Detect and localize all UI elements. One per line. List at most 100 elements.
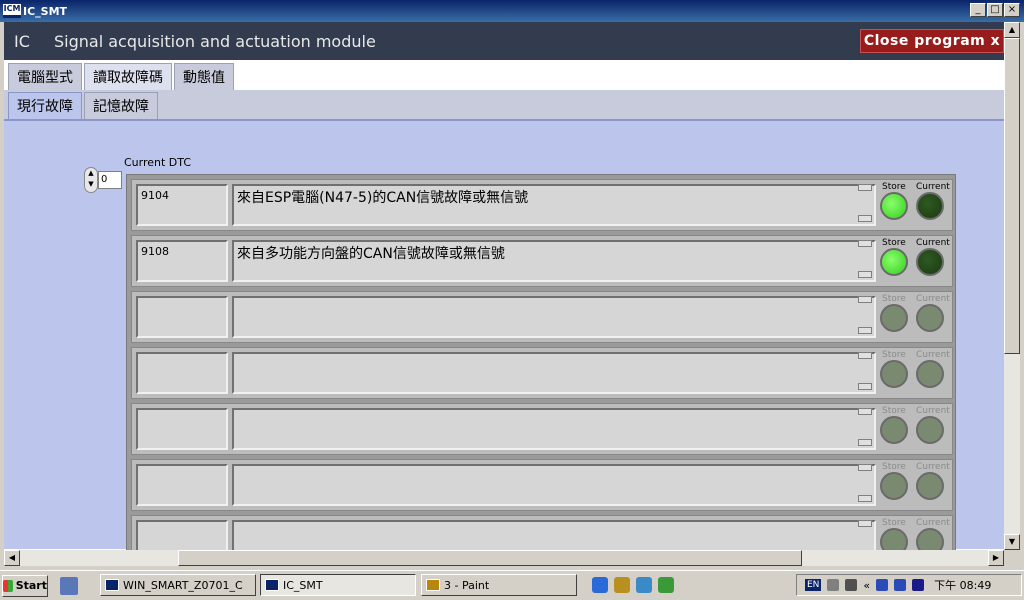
tab-live-values[interactable]: 動態值 (174, 63, 234, 90)
dtc-row: Store Current (131, 403, 953, 455)
tab-read-dtc[interactable]: 讀取故障碼 (84, 63, 172, 90)
paint-quick-icon[interactable] (614, 577, 630, 593)
vertical-scroll-thumb[interactable] (1004, 38, 1020, 354)
explorer-icon[interactable] (636, 577, 652, 593)
task-label: 3 - Paint (444, 578, 490, 592)
current-dtc-label: Current DTC (124, 156, 192, 169)
current-led-icon (916, 472, 944, 500)
current-label: Current (916, 350, 950, 360)
icm-icon (105, 579, 119, 591)
store-label: Store (882, 182, 906, 192)
row-scroll-down[interactable] (858, 439, 872, 446)
dtc-description (232, 352, 876, 394)
row-scroll-down[interactable] (858, 271, 872, 278)
dtc-row: Store Current (131, 291, 953, 343)
current-led-icon (916, 416, 944, 444)
paint-icon (426, 579, 440, 591)
current-led-icon (916, 192, 944, 220)
keyboard-icon[interactable] (845, 579, 858, 591)
dtc-row: Store Current (131, 347, 953, 399)
row-scroll-up[interactable] (858, 240, 872, 247)
dtc-description (232, 464, 876, 506)
title-bar: ICM IC_SMT _ □ × (0, 0, 1024, 22)
store-led-icon (880, 304, 908, 332)
task-win-smart[interactable]: WIN_SMART_Z0701_C (100, 574, 256, 596)
dtc-description (232, 520, 876, 550)
row-scroll-up[interactable] (858, 408, 872, 415)
index-input[interactable]: 0 (98, 171, 122, 189)
close-program-button[interactable]: Close program x (860, 29, 1004, 53)
store-led-icon (880, 416, 908, 444)
current-label: Current (916, 462, 950, 472)
network2-icon[interactable] (894, 579, 907, 591)
minimize-button[interactable]: _ (970, 3, 986, 17)
scroll-right-arrow-icon[interactable]: ▶ (988, 550, 1004, 566)
vertical-scrollbar[interactable]: ▲ ▼ (1004, 22, 1020, 550)
ie-icon[interactable] (592, 577, 608, 593)
dtc-row: 9104 來自ESP電腦(N47-5)的CAN信號故障或無信號 Store Cu… (131, 179, 953, 231)
taskbar: Start WIN_SMART_Z0701_C IC_SMT 3 - Paint… (0, 570, 1024, 600)
dtc-row: Store Current (131, 515, 953, 550)
index-spinner[interactable]: ▲ ▼ (84, 167, 98, 193)
start-button[interactable]: Start (2, 574, 48, 597)
tools-icon[interactable] (658, 577, 674, 593)
horizontal-scroll-thumb[interactable] (178, 550, 802, 566)
tab-stored-faults[interactable]: 記憶故障 (84, 92, 158, 119)
row-scroll-up[interactable] (858, 464, 872, 471)
dtc-code: 9108 (136, 240, 228, 282)
task-ic-smt[interactable]: IC_SMT (260, 574, 416, 596)
dtc-description (232, 408, 876, 450)
row-scroll-up[interactable] (858, 352, 872, 359)
tray-expand-icon[interactable]: « (863, 579, 870, 592)
task-paint[interactable]: 3 - Paint (421, 574, 577, 596)
current-led-icon (916, 304, 944, 332)
store-label: Store (882, 350, 906, 360)
row-scroll-down[interactable] (858, 383, 872, 390)
pen-icon[interactable] (827, 579, 840, 591)
row-scroll-down[interactable] (858, 327, 872, 334)
dtc-code: 9104 (136, 184, 228, 226)
dtc-row: Store Current (131, 459, 953, 511)
current-label: Current (916, 182, 950, 192)
index-control: ▲ ▼ 0 (84, 167, 122, 193)
scroll-left-arrow-icon[interactable]: ◀ (4, 550, 20, 566)
scroll-down-arrow-icon[interactable]: ▼ (1004, 534, 1020, 550)
row-scroll-up[interactable] (858, 296, 872, 303)
tab-ecu-type[interactable]: 電腦型式 (8, 63, 82, 90)
current-led-icon (916, 248, 944, 276)
horizontal-scrollbar[interactable]: ◀ ▶ (4, 550, 1004, 566)
row-scroll-down[interactable] (858, 495, 872, 502)
current-label: Current (916, 294, 950, 304)
dtc-list: 9104 來自ESP電腦(N47-5)的CAN信號故障或無信號 Store Cu… (126, 174, 956, 550)
tab-current-faults[interactable]: 現行故障 (8, 92, 82, 119)
quick-launch-icon[interactable] (60, 576, 78, 595)
store-led-icon (880, 528, 908, 550)
scroll-up-arrow-icon[interactable]: ▲ (1004, 22, 1020, 38)
dtc-description: 來自ESP電腦(N47-5)的CAN信號故障或無信號 (232, 184, 876, 226)
dtc-code (136, 464, 228, 506)
store-label: Store (882, 238, 906, 248)
windows-logo-icon (3, 579, 13, 592)
security-icon[interactable] (912, 579, 925, 591)
module-header: IC Signal acquisition and actuation modu… (4, 22, 1004, 60)
system-tray: EN « 下午 08:49 (796, 574, 1022, 596)
dtc-code (136, 520, 228, 550)
dtc-description (232, 296, 876, 338)
dtc-code (136, 352, 228, 394)
store-led-icon (880, 472, 908, 500)
store-label: Store (882, 294, 906, 304)
sub-tab-band: 現行故障 記憶故障 (4, 90, 1004, 119)
network-icon[interactable] (876, 579, 889, 591)
maximize-button[interactable]: □ (987, 3, 1003, 17)
module-code: IC (14, 31, 30, 51)
app-client: IC Signal acquisition and actuation modu… (4, 22, 1020, 550)
language-indicator[interactable]: EN (805, 579, 822, 591)
row-scroll-up[interactable] (858, 520, 872, 527)
module-name: Signal acquisition and actuation module (54, 31, 376, 51)
dtc-panel: Current DTC ▲ ▼ 0 9104 來自ESP電腦(N47-5)的CAN… (4, 119, 1004, 550)
row-scroll-down[interactable] (858, 215, 872, 222)
store-led-icon (880, 192, 908, 220)
row-scroll-up[interactable] (858, 184, 872, 191)
dtc-row: 9108 來自多功能方向盤的CAN信號故障或無信號 Store Current (131, 235, 953, 287)
close-window-button[interactable]: × (1004, 3, 1020, 17)
